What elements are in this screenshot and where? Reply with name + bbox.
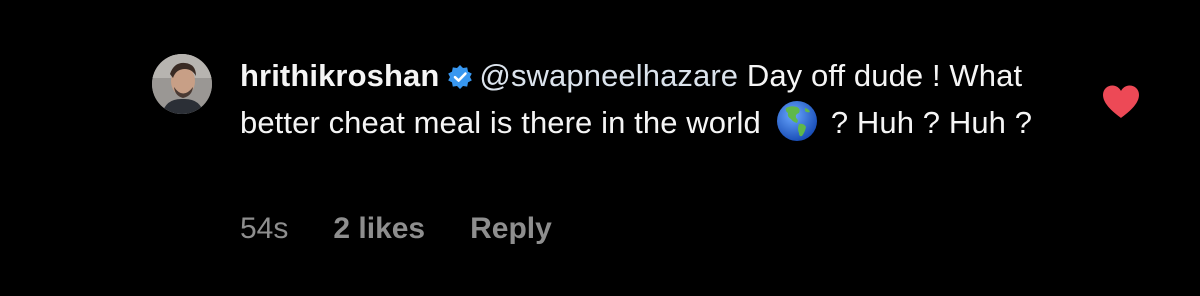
verified-badge-icon — [448, 65, 473, 89]
mention-link[interactable]: @swapneelhazare — [479, 58, 738, 93]
comment-body: hrithikroshan @swapneelhazare Day off dud… — [240, 52, 1040, 245]
timestamp[interactable]: 54s — [240, 212, 288, 246]
comment-meta: 54s 2 likes Reply — [240, 204, 552, 254]
heart-icon[interactable] — [1101, 84, 1141, 120]
username[interactable]: hrithikroshan — [240, 58, 439, 93]
globe-americas-icon — [776, 101, 817, 141]
avatar[interactable] — [152, 54, 212, 114]
comment: hrithikroshan @swapneelhazare Day off dud… — [152, 52, 1192, 272]
comment-text-after-emoji: ? Huh ? Huh ? — [830, 105, 1033, 140]
profile-photo-icon — [152, 54, 212, 114]
comment-text: hrithikroshan @swapneelhazare Day off dud… — [240, 52, 1040, 146]
likes-count[interactable]: 2 likes — [333, 212, 425, 246]
reply-button[interactable]: Reply — [470, 212, 552, 246]
